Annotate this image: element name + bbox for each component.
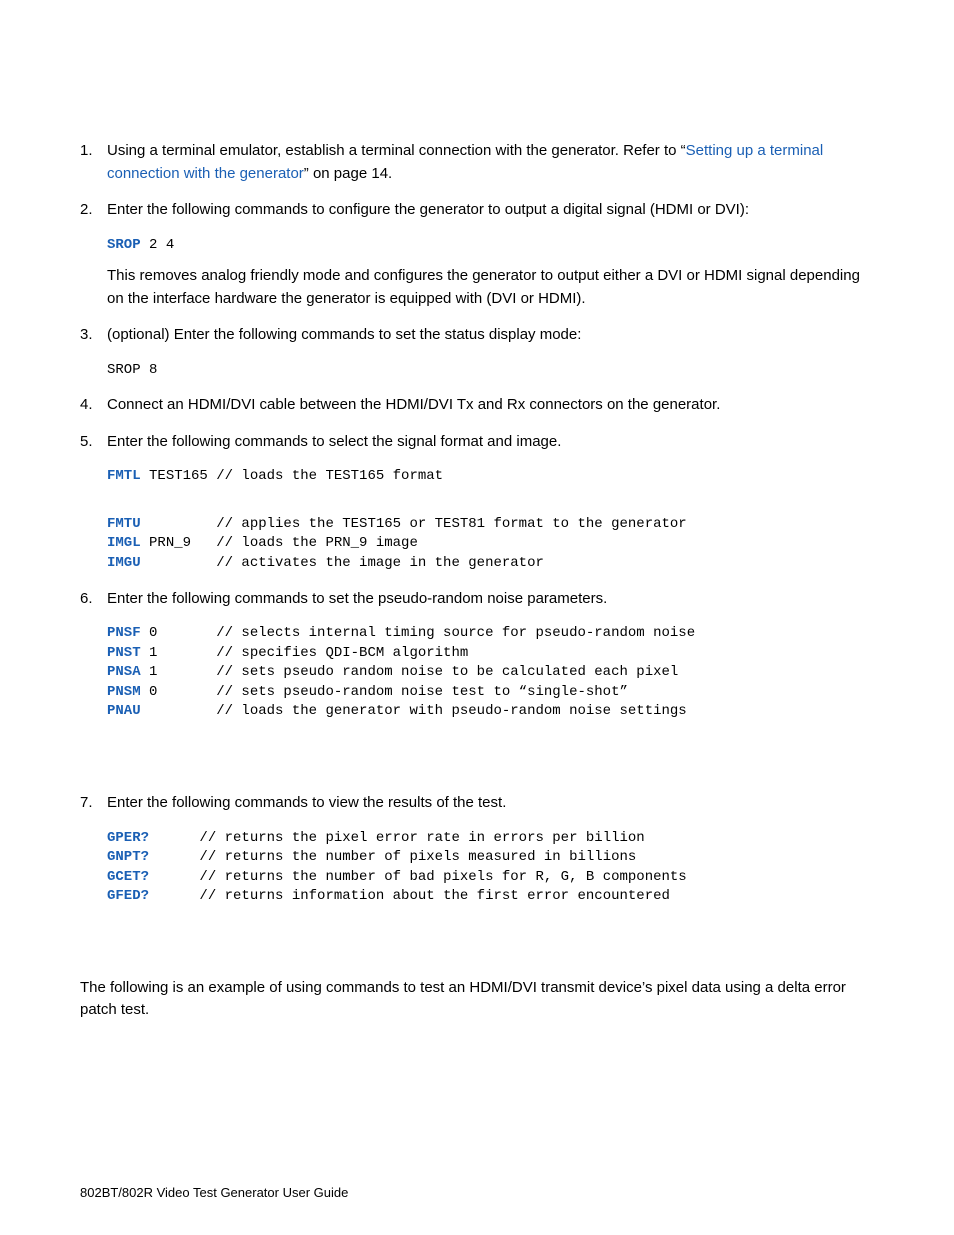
cmd-rest: 2 4 [141,237,175,253]
step-2-intro: Enter the following commands to configur… [107,199,874,222]
cmd-keyword: PNSM [107,684,141,700]
step-5-block-a: FMTL TEST165 // loads the TEST165 format [107,467,874,487]
cmd-rest: 0 // selects internal timing source for … [141,625,696,641]
cmd-keyword: GNPT? [107,849,149,865]
cmd-rest: // returns the number of pixels measured… [149,849,636,865]
cmd-rest: 0 // sets pseudo-random noise test to “s… [141,684,628,700]
cmd-keyword: IMGL [107,535,141,551]
step-2-cmd: SROP 2 4 [107,236,874,256]
step-3: (optional) Enter the following commands … [80,324,874,380]
step-2: Enter the following commands to configur… [80,199,874,310]
closing-paragraph: The following is an example of using com… [80,977,874,1022]
cmd-rest: PRN_9 // loads the PRN_9 image [141,535,418,551]
cmd-keyword: PNSA [107,664,141,680]
step-5: Enter the following commands to select t… [80,431,874,574]
cmd-keyword: GFED? [107,888,149,904]
cmd-keyword: IMGU [107,555,141,571]
step-1: Using a terminal emulator, establish a t… [80,140,874,185]
cmd-keyword: SROP [107,237,141,253]
cmd-keyword: PNAU [107,703,141,719]
page-content: Using a terminal emulator, establish a t… [0,0,954,1082]
cmd-keyword: GCET? [107,869,149,885]
step-7: Enter the following commands to view the… [80,792,874,907]
step-6-intro: Enter the following commands to set the … [107,588,874,611]
cmd-rest: 1 // specifies QDI-BCM algorithm [141,645,469,661]
step-3-cmd: SROP 8 [107,361,874,381]
step-7-block: GPER? // returns the pixel error rate in… [107,829,874,907]
cmd-rest: // returns the number of bad pixels for … [149,869,687,885]
step-5-block-b: FMTU // applies the TEST165 or TEST81 fo… [107,515,874,574]
footer-text: 802BT/802R Video Test Generator User Gui… [80,1185,348,1200]
step-6: Enter the following commands to set the … [80,588,874,722]
cmd-rest: TEST165 // loads the TEST165 format [141,468,443,484]
cmd-rest: // returns the pixel error rate in error… [149,830,645,846]
step-4: Connect an HDMI/DVI cable between the HD… [80,394,874,417]
cmd-keyword: PNSF [107,625,141,641]
step-2-note: This removes analog friendly mode and co… [107,265,874,310]
step-6-block: PNSF 0 // selects internal timing source… [107,624,874,722]
cmd-keyword: GPER? [107,830,149,846]
cmd-rest: // loads the generator with pseudo-rando… [141,703,687,719]
cmd-rest: // returns information about the first e… [149,888,670,904]
step-1-post: ” on page 14. [304,165,392,182]
step-7-intro: Enter the following commands to view the… [107,792,874,815]
step-3-intro: (optional) Enter the following commands … [107,324,874,347]
cmd-keyword: FMTL [107,468,141,484]
cmd-rest: // activates the image in the generator [141,555,544,571]
cmd-keyword: PNST [107,645,141,661]
cmd-keyword: FMTU [107,516,141,532]
step-5-intro: Enter the following commands to select t… [107,431,874,454]
step-1-pre: Using a terminal emulator, establish a t… [107,142,686,159]
steps-list: Using a terminal emulator, establish a t… [80,140,874,907]
cmd-rest: // applies the TEST165 or TEST81 format … [141,516,687,532]
step-4-text: Connect an HDMI/DVI cable between the HD… [107,396,720,413]
cmd-rest: 1 // sets pseudo random noise to be calc… [141,664,679,680]
